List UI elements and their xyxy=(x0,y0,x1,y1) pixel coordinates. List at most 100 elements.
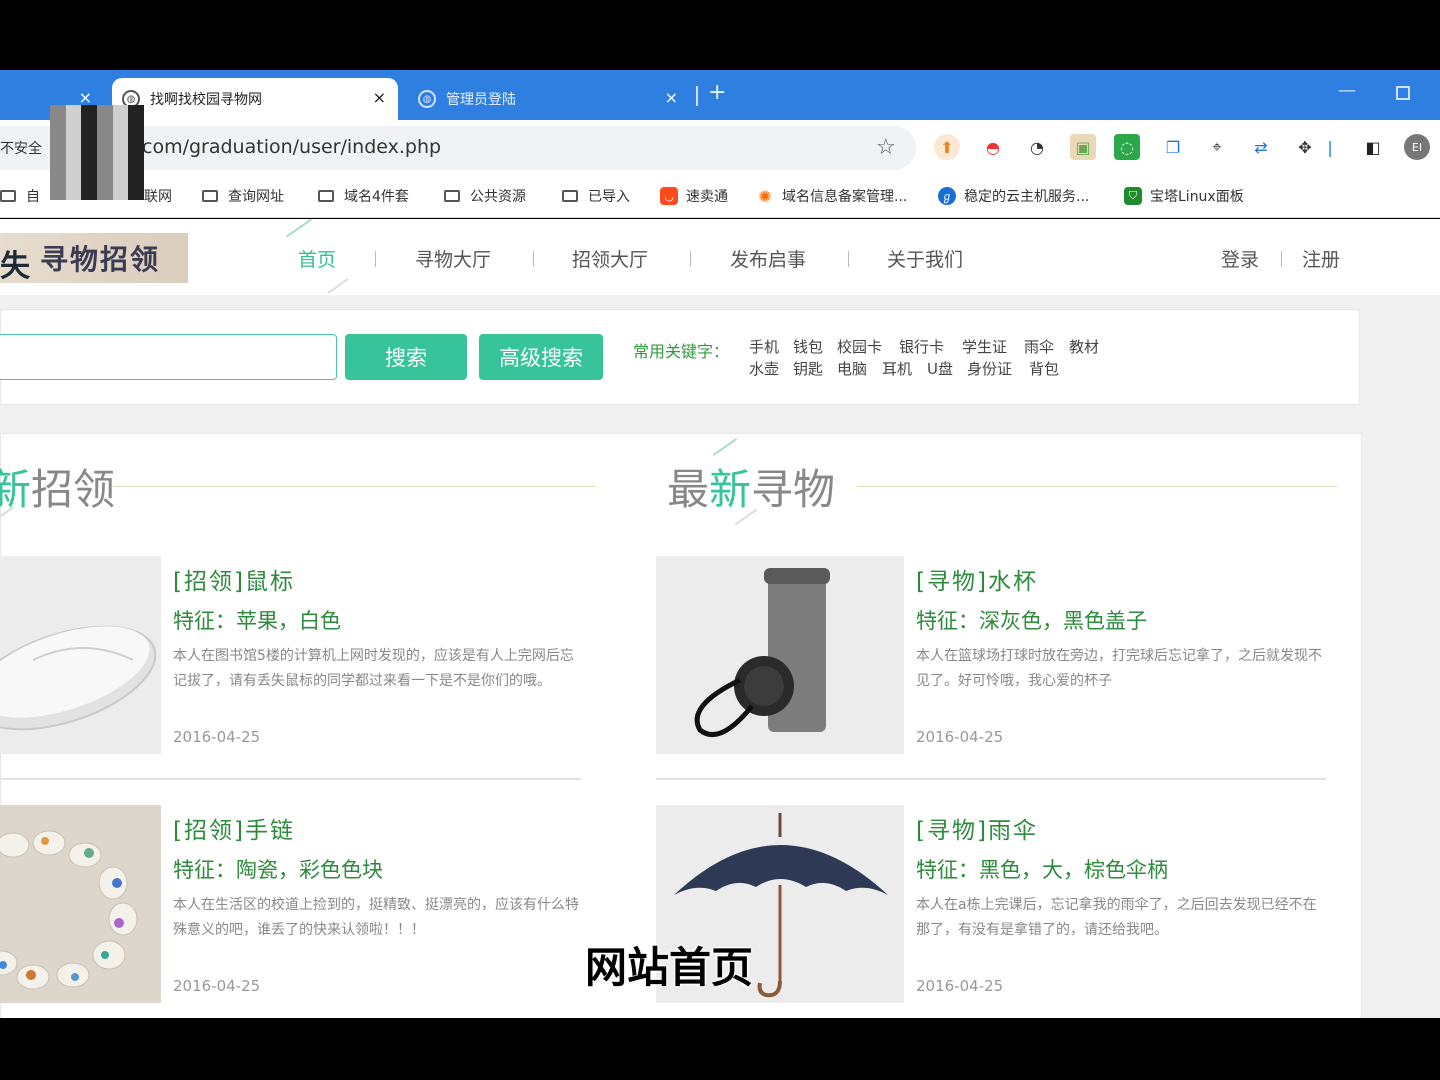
search-input[interactable] xyxy=(0,334,337,380)
item-description: 本人在生活区的校道上捡到的，挺精致、挺漂亮的，应该有什么特殊意义的吧，谁丢了的快… xyxy=(173,897,579,938)
chat-extension-icon[interactable]: ◌ xyxy=(1114,134,1140,160)
search-panel: 搜索 高级搜索 常用关键字： 手机 钱包 校园卡 银行卡 学生证 雨伞 教材 水… xyxy=(0,309,1360,405)
keyword-link[interactable]: 校园卡 xyxy=(837,336,882,357)
item-image-mouse[interactable] xyxy=(0,556,161,754)
item-title[interactable]: [寻物]水杯 xyxy=(916,562,1038,596)
image-extension-icon[interactable]: ▣ xyxy=(1070,134,1096,160)
bookmark-folder[interactable]: 自 xyxy=(0,186,40,206)
bookmark-folder[interactable]: 公共资源 xyxy=(444,186,526,206)
globe-icon: ◍ xyxy=(418,90,436,108)
close-icon[interactable]: × xyxy=(665,89,678,107)
bookmark-folder[interactable]: 已导入 xyxy=(562,186,630,206)
bookmark-link[interactable]: ℊ 稳定的云主机服务... xyxy=(938,186,1089,206)
copy-extension-icon[interactable]: ❐ xyxy=(1160,134,1186,160)
decorative-stroke xyxy=(712,438,738,456)
bookmark-star-icon[interactable]: ☆ xyxy=(876,135,896,160)
decorative-stroke xyxy=(286,219,312,238)
bookmark-link[interactable]: ✺ 域名信息备案管理... xyxy=(756,186,907,206)
item-description: 本人在图书馆5楼的计算机上网时发现的，应该是有人上完网后忘记拔了，请有丢失鼠标的… xyxy=(173,648,574,689)
maximize-button[interactable] xyxy=(1396,86,1410,100)
screenshot-extension-icon[interactable]: ⌖ xyxy=(1204,134,1230,160)
cloud-host-icon: ℊ xyxy=(938,187,956,205)
security-indicator[interactable]: 不安全 xyxy=(0,138,42,158)
pokeball-extension-icon[interactable]: ◓ xyxy=(980,134,1006,160)
item-date: 2016-04-25 xyxy=(173,728,261,746)
toolbar-divider: | xyxy=(1327,137,1333,157)
sidepanel-icon[interactable]: ◧ xyxy=(1360,134,1386,160)
keyword-link[interactable]: 钱包 xyxy=(793,336,823,357)
profile-avatar[interactable]: EI xyxy=(1404,134,1430,160)
tab-title: 找啊找校园寻物网 xyxy=(150,92,262,108)
minimize-button[interactable]: — xyxy=(1338,80,1356,101)
item-date: 2016-04-25 xyxy=(916,977,1004,995)
search-button[interactable]: 搜索 xyxy=(345,334,467,380)
site-logo[interactable]: 失 寻物招领 xyxy=(0,233,188,284)
url-text[interactable]: com/graduation/user/index.php xyxy=(142,136,441,158)
nav-separator xyxy=(533,251,534,267)
folder-icon xyxy=(562,190,578,202)
close-icon[interactable]: × xyxy=(373,89,386,107)
browser-toolbar: 不安全 com/graduation/user/index.php ☆ ⬆ ◓ … xyxy=(0,120,1440,176)
section-title-lost: 最新寻物 xyxy=(667,465,836,514)
web-page: 失 寻物招领 首页 寻物大厅 招领大厅 发布启事 关于我们 登录 注册 搜索 高… xyxy=(0,219,1440,1018)
tab-title: 管理员登陆 xyxy=(446,92,516,108)
nav-found-hall[interactable]: 招领大厅 xyxy=(572,245,648,272)
new-tab-button[interactable]: + xyxy=(708,80,726,105)
tab-separator xyxy=(696,86,698,106)
keyword-link[interactable]: 手机 xyxy=(749,336,779,357)
nav-separator xyxy=(375,251,376,267)
mouse-image xyxy=(0,556,161,754)
aliyun-icon: ✺ xyxy=(756,187,774,206)
bookmark-folder[interactable]: 联网 xyxy=(144,186,172,206)
decorative-stroke xyxy=(327,278,349,294)
register-link[interactable]: 注册 xyxy=(1302,245,1340,272)
nav-about[interactable]: 关于我们 xyxy=(887,245,963,272)
item-title[interactable]: [招领]鼠标 xyxy=(173,562,295,596)
nav-lost-hall[interactable]: 寻物大厅 xyxy=(415,245,491,272)
keyword-link[interactable]: U盘 xyxy=(927,358,953,379)
translate-extension-icon[interactable]: ⇄ xyxy=(1248,134,1274,160)
bracelet-image xyxy=(0,805,161,1003)
item-image-cup[interactable] xyxy=(656,556,904,754)
item-feature: 特征：苹果，白色 xyxy=(173,609,341,633)
keyword-link[interactable]: 钥匙 xyxy=(793,358,823,379)
speedometer-extension-icon[interactable]: ◔ xyxy=(1024,134,1050,160)
nav-home[interactable]: 首页 xyxy=(298,245,336,272)
item-title[interactable]: [招领]手链 xyxy=(173,811,295,845)
keyword-link[interactable]: 水壶 xyxy=(749,358,779,379)
section-title-found: 新招领 xyxy=(0,465,116,514)
baota-icon: ⛉ xyxy=(1124,187,1142,205)
advanced-search-button[interactable]: 高级搜索 xyxy=(479,334,603,380)
keyword-link[interactable]: 雨伞 xyxy=(1024,336,1054,357)
nav-separator xyxy=(690,251,691,267)
redacted-pixelated-area xyxy=(50,105,144,200)
content-panel: 新招领 最新寻物 [招领]鼠标 特征：苹果，白色 本人在图书馆5楼的计算机上网时… xyxy=(0,433,1362,1018)
bookmark-folder[interactable]: 查询网址 xyxy=(202,186,284,206)
login-link[interactable]: 登录 xyxy=(1221,245,1259,272)
item-feature: 特征：黑色，大，棕色伞柄 xyxy=(916,858,1168,882)
item-divider xyxy=(656,778,1326,780)
item-feature: 特征：深灰色，黑色盖子 xyxy=(916,609,1147,633)
bookmarks-bar: 自 联网 查询网址 域名4件套 公共资源 已导入 ◡ 速卖通 ✺ 域名信息备案管理.… xyxy=(0,176,1440,218)
video-subtitle: 网站首页 xyxy=(585,943,754,992)
keyword-link[interactable]: 背包 xyxy=(1029,358,1059,379)
nav-publish[interactable]: 发布启事 xyxy=(730,245,806,272)
tab-admin-login[interactable]: ◍ 管理员登陆 × xyxy=(408,78,690,120)
tab-active[interactable]: ◍ 找啊找校园寻物网 × xyxy=(112,78,398,120)
item-image-bracelet[interactable] xyxy=(0,805,161,1003)
upload-extension-icon[interactable]: ⬆ xyxy=(934,134,960,160)
extensions-puzzle-icon[interactable]: ✥ xyxy=(1292,134,1318,160)
bookmark-link[interactable]: ⛉ 宝塔Linux面板 xyxy=(1124,186,1244,206)
keyword-link[interactable]: 身份证 xyxy=(967,358,1012,379)
keyword-link[interactable]: 耳机 xyxy=(882,358,912,379)
keyword-link[interactable]: 电脑 xyxy=(837,358,867,379)
item-title[interactable]: [寻物]雨伞 xyxy=(916,811,1038,845)
folder-icon xyxy=(444,190,460,202)
keyword-link[interactable]: 教材 xyxy=(1069,336,1099,357)
bookmark-folder[interactable]: 域名4件套 xyxy=(318,186,409,206)
keyword-link[interactable]: 学生证 xyxy=(962,336,1007,357)
bookmark-link[interactable]: ◡ 速卖通 xyxy=(660,186,728,206)
section-divider xyxy=(113,486,595,487)
keyword-link[interactable]: 银行卡 xyxy=(899,336,944,357)
cup-image xyxy=(656,556,904,754)
